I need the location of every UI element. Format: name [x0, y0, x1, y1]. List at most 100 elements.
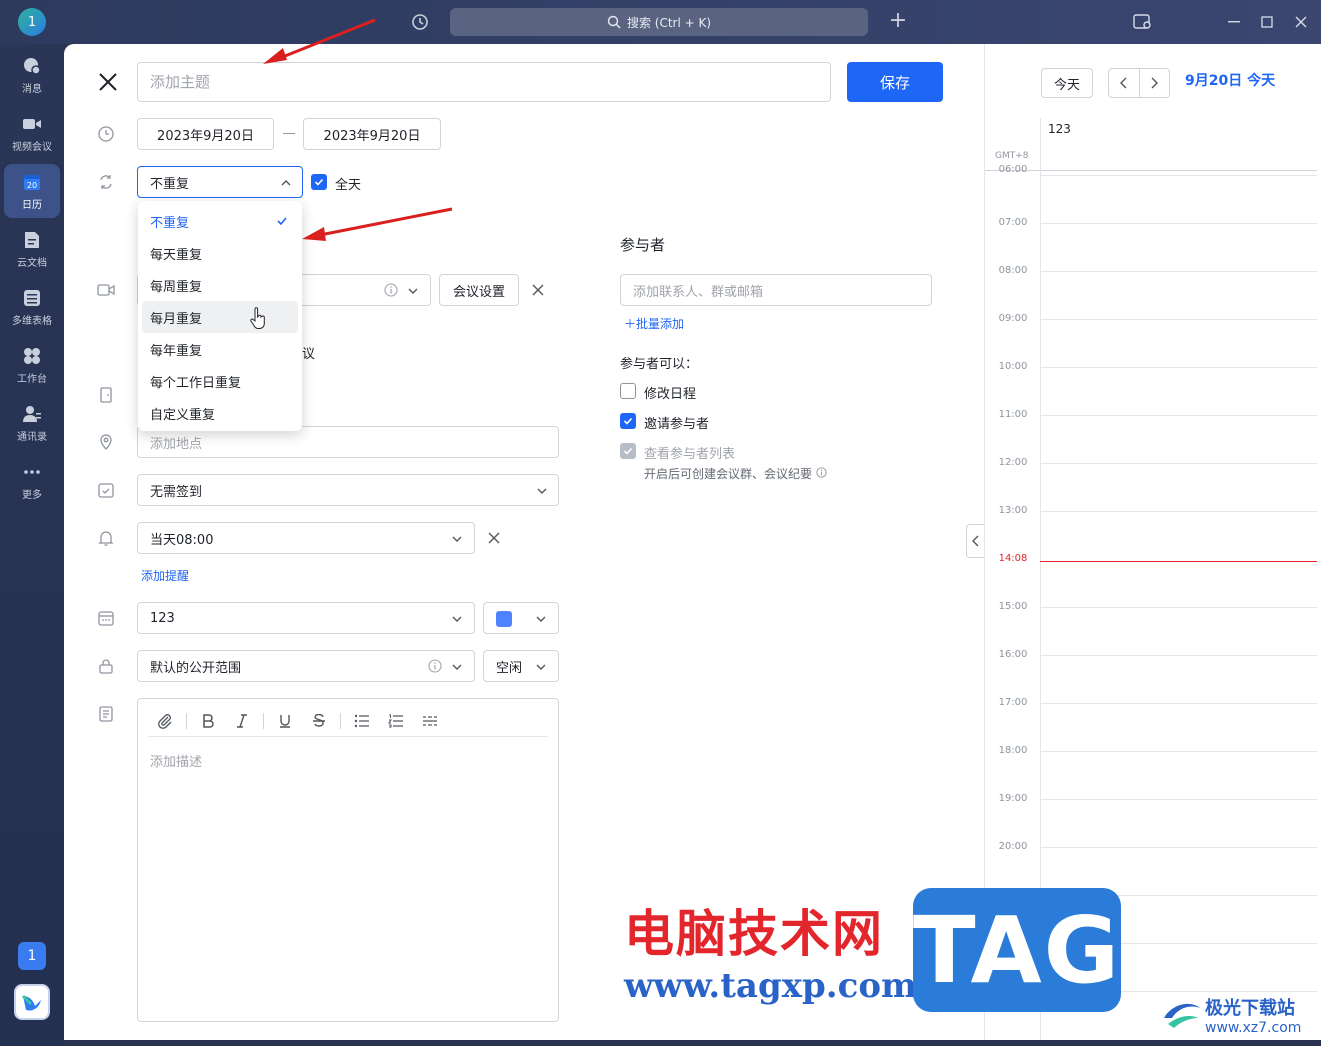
- chevron-down-icon: [452, 664, 462, 670]
- sidebar-item-more[interactable]: 更多: [4, 454, 60, 508]
- info-icon: [384, 283, 398, 297]
- hour-label: 09:00: [998, 313, 1028, 324]
- permission-label: 邀请参与者: [644, 417, 710, 432]
- repeat-option[interactable]: 自定义重复: [142, 397, 298, 429]
- close-window-icon[interactable]: [1289, 10, 1313, 34]
- hour-line: [1040, 655, 1317, 656]
- repeat-option[interactable]: 每周重复: [142, 269, 298, 301]
- start-date-field[interactable]: 2023年9月20日: [137, 118, 274, 150]
- location-placeholder: 添加地点: [150, 436, 203, 452]
- next-day-button[interactable]: [1140, 69, 1170, 97]
- divider-icon[interactable]: [413, 707, 447, 735]
- chevron-down-icon: [537, 488, 547, 494]
- grid-icon: [24, 347, 40, 364]
- calendar-select-icon: [98, 611, 114, 626]
- attendee-input[interactable]: 添加联系人、群或邮箱: [620, 274, 932, 306]
- search-icon: [607, 15, 621, 29]
- hand-cursor-icon: [250, 307, 265, 329]
- chevron-down-icon: [536, 616, 546, 622]
- hour-line: [1040, 607, 1317, 608]
- user-avatar[interactable]: 1: [18, 8, 46, 36]
- repeat-option-label: 每月重复: [150, 311, 203, 327]
- hour-line: [1040, 511, 1317, 512]
- modify-event-checkbox[interactable]: [620, 383, 636, 399]
- watermark-tag-text: TAG: [912, 896, 1122, 1004]
- history-icon[interactable]: [409, 11, 431, 33]
- watermark-site-url: www.xz7.com: [1205, 1020, 1302, 1036]
- bulk-add-label: 批量添加: [636, 317, 685, 331]
- sidebar-item-calendar[interactable]: 20 日历: [4, 164, 60, 218]
- repeat-select[interactable]: 不重复: [137, 166, 303, 198]
- permission-label: 修改日程: [644, 387, 697, 402]
- watermark-url: www.tagxp.com: [624, 966, 917, 1006]
- busy-select[interactable]: 空闲: [483, 650, 559, 682]
- chevron-down-icon: [536, 664, 546, 670]
- invite-attendees-checkbox[interactable]: [620, 413, 636, 429]
- repeat-value: 不重复: [150, 176, 190, 192]
- repeat-option[interactable]: 不重复: [142, 205, 298, 237]
- description-editor[interactable]: 添加描述: [137, 698, 559, 1022]
- event-title-input[interactable]: [137, 62, 831, 102]
- minimize-icon[interactable]: [1222, 10, 1246, 34]
- sidebar-item-contacts[interactable]: 通讯录: [4, 396, 60, 450]
- save-button[interactable]: 保存: [847, 62, 943, 102]
- color-select[interactable]: [483, 602, 559, 634]
- sidebar-item-base[interactable]: 多维表格: [4, 280, 60, 334]
- hour-label: 11:00: [998, 409, 1028, 420]
- current-time-line: [1040, 561, 1317, 562]
- repeat-option-label: 每个工作日重复: [150, 375, 242, 391]
- more-icon: [24, 469, 40, 474]
- repeat-option[interactable]: 每月重复: [142, 301, 298, 333]
- bold-icon[interactable]: [191, 707, 225, 735]
- notification-badge[interactable]: 1: [18, 942, 46, 970]
- sidebar-item-video[interactable]: 视频会议: [4, 106, 60, 160]
- repeat-option[interactable]: 每天重复: [142, 237, 298, 269]
- check-icon: [277, 217, 287, 226]
- sidebar-item-workplace[interactable]: 工作台: [4, 338, 60, 392]
- plus-icon[interactable]: +: [886, 10, 910, 34]
- visibility-select[interactable]: 默认的公开范围: [137, 650, 475, 682]
- info-icon: [816, 467, 827, 478]
- sidebar-item-messages[interactable]: 消息: [4, 48, 60, 102]
- hour-line: [1040, 367, 1317, 368]
- calendar-select[interactable]: 123: [137, 602, 475, 634]
- remove-meeting-icon[interactable]: [531, 283, 545, 297]
- calendar-search-icon[interactable]: [1131, 10, 1155, 34]
- reminder-select[interactable]: 当天08:00: [137, 522, 475, 554]
- lock-icon: [99, 659, 113, 674]
- today-button[interactable]: 今天: [1041, 68, 1093, 98]
- maximize-icon[interactable]: [1255, 10, 1279, 34]
- prev-day-button[interactable]: [1109, 69, 1140, 97]
- checkin-value: 无需签到: [150, 484, 203, 500]
- end-date-field[interactable]: 2023年9月20日: [303, 118, 441, 150]
- search-bar[interactable]: 搜索 (Ctrl + K): [450, 8, 868, 36]
- close-icon[interactable]: [98, 72, 118, 92]
- meeting-settings-button[interactable]: 会议设置: [439, 274, 519, 306]
- numbered-list-icon[interactable]: [379, 707, 413, 735]
- hour-line: [1040, 751, 1317, 752]
- repeat-option[interactable]: 每年重复: [142, 333, 298, 365]
- add-reminder-link[interactable]: 添加提醒: [141, 567, 189, 584]
- sidebar: 消息 视频会议 20 日历 云文档 多维表格 工作台 通讯录 更多 1: [0, 44, 64, 1046]
- underline-icon[interactable]: [268, 707, 302, 735]
- sidebar-item-docs[interactable]: 云文档: [4, 222, 60, 276]
- checkin-select[interactable]: 无需签到: [137, 474, 559, 506]
- attachment-icon[interactable]: [148, 707, 182, 735]
- sidebar-item-label: 通讯录: [17, 431, 47, 443]
- table-icon: [24, 289, 40, 306]
- annotation-arrow: [263, 18, 376, 64]
- collapse-panel-button[interactable]: [966, 524, 984, 558]
- bullet-list-icon[interactable]: [345, 707, 379, 735]
- repeat-option[interactable]: 每个工作日重复: [142, 365, 298, 397]
- sidebar-item-label: 更多: [22, 489, 42, 501]
- meeting-room-icon: [100, 387, 112, 403]
- bulk-add-link[interactable]: ＋批量添加: [624, 315, 684, 332]
- app-logo-icon[interactable]: [14, 984, 50, 1020]
- italic-icon[interactable]: [225, 707, 259, 735]
- allday-checkbox[interactable]: [311, 174, 327, 190]
- hour-label: 19:00: [998, 793, 1028, 804]
- checkin-icon: [98, 483, 114, 498]
- strikethrough-icon[interactable]: [302, 707, 336, 735]
- remove-reminder-icon[interactable]: [487, 531, 501, 545]
- sidebar-item-label: 日历: [22, 199, 42, 211]
